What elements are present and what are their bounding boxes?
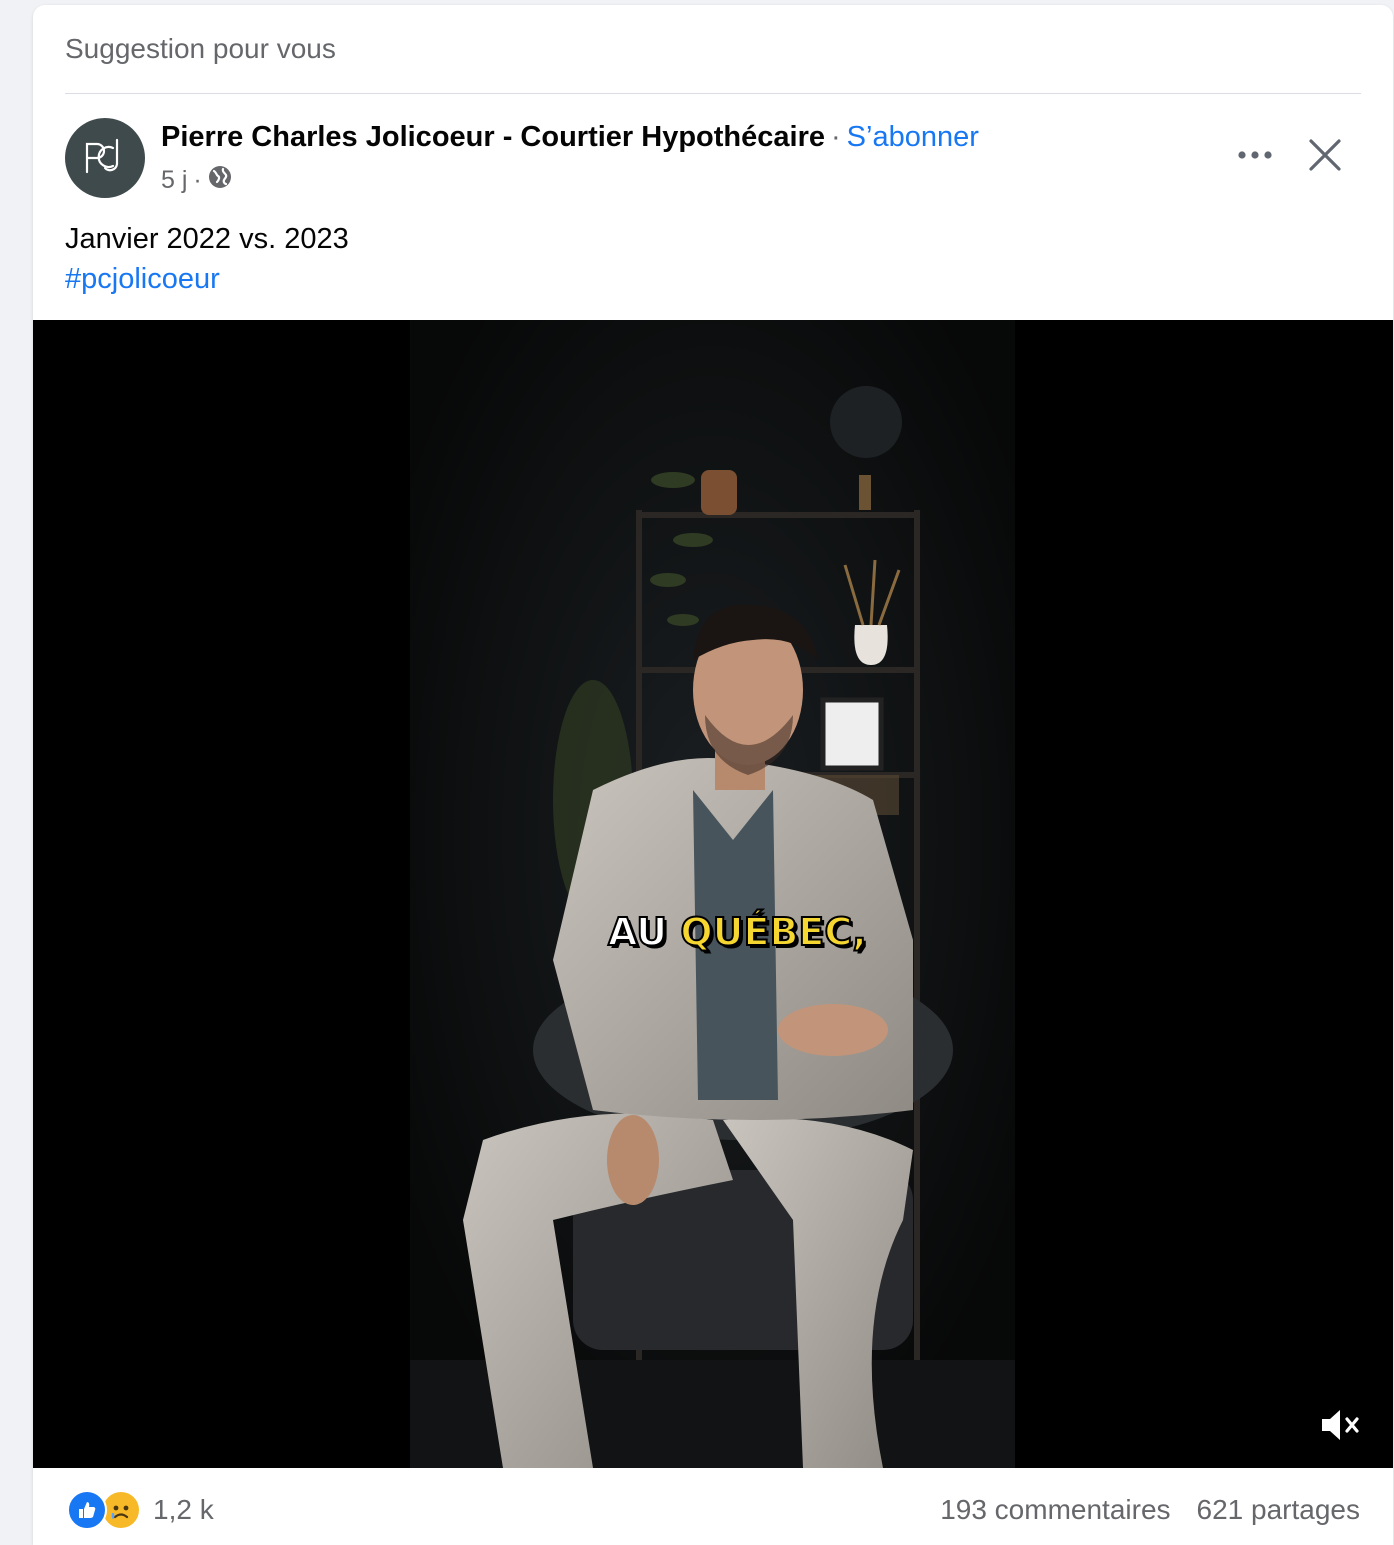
author-separator: · [831, 121, 841, 153]
more-options-button[interactable] [1229, 133, 1281, 177]
video-frame [410, 320, 1015, 1468]
divider [65, 93, 1361, 94]
hashtag-link[interactable]: #pcjolicoeur [65, 259, 349, 299]
video-caption: AU QUÉBEC, [607, 909, 868, 955]
caption-yellow: QUÉBEC, [679, 909, 867, 955]
like-icon [67, 1490, 107, 1530]
post-time[interactable]: 5 j [161, 166, 187, 195]
close-button[interactable] [1301, 131, 1349, 179]
sad-icon [101, 1490, 141, 1530]
engagement-stats: 193 commentaires 621 partages [940, 1494, 1360, 1526]
caption-white: AU [607, 909, 668, 955]
comments-count[interactable]: 193 commentaires [940, 1494, 1170, 1526]
post-text-block: Janvier 2022 vs. 2023 #pcjolicoeur [65, 219, 349, 299]
mute-button[interactable] [1315, 1400, 1365, 1450]
post-text: Janvier 2022 vs. 2023 [65, 223, 349, 255]
post-card: Suggestion pour vous Pierre Charles Joli… [33, 5, 1393, 1545]
more-dots-icon [1238, 151, 1272, 159]
author-line: Pierre Charles Jolicoeur - Courtier Hypo… [161, 121, 979, 154]
muted-speaker-icon [1322, 1410, 1359, 1440]
post-meta: 5 j · [161, 165, 232, 196]
reaction-count: 1,2 k [153, 1494, 214, 1525]
close-icon [1309, 139, 1341, 171]
reactions-summary[interactable]: 1,2 k [67, 1490, 214, 1530]
suggestion-label: Suggestion pour vous [65, 33, 336, 64]
video-player[interactable]: AU QUÉBEC, [33, 320, 1393, 1468]
shares-count[interactable]: 621 partages [1197, 1494, 1360, 1526]
follow-link[interactable]: S’abonner [847, 121, 979, 153]
pcj-logo [85, 138, 119, 174]
globe-icon [208, 165, 232, 196]
avatar[interactable] [65, 118, 145, 198]
post-footer: 1,2 k 193 commentaires 621 partages [33, 1468, 1393, 1545]
meta-separator: · [193, 166, 202, 194]
author-name[interactable]: Pierre Charles Jolicoeur - Courtier Hypo… [161, 121, 825, 153]
